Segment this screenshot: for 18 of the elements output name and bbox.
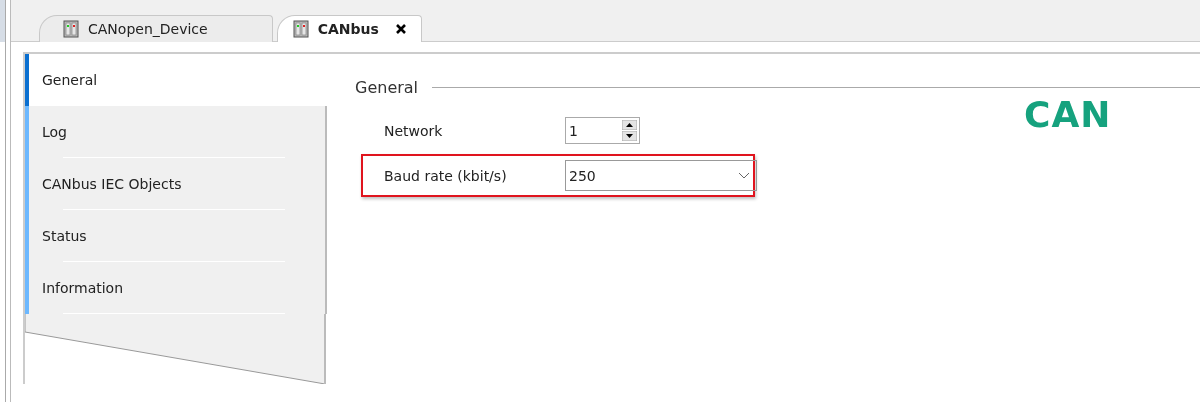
section-title: General [355, 78, 419, 97]
field-label: Network [384, 122, 444, 139]
device-icon [62, 20, 80, 38]
field-label: Baud rate (kbit/s) [384, 167, 508, 184]
chevron-down-icon [738, 172, 750, 179]
editor-tab[interactable]: CANbus [276, 15, 422, 42]
sidebar-item[interactable]: CANbus IEC Objects [25, 158, 327, 210]
sidebar-item[interactable]: Information [25, 262, 327, 314]
up-arrow-icon[interactable] [622, 120, 637, 130]
sidebar-item[interactable]: Log [25, 106, 327, 158]
editor-tab[interactable]: CANopen_Device [39, 15, 273, 42]
close-icon[interactable] [394, 23, 407, 35]
sidebar-item[interactable]: Status [25, 210, 327, 262]
down-arrow-icon[interactable] [622, 131, 637, 141]
network-spinbox[interactable]: 1 [565, 117, 640, 144]
can-logo: CAN [1023, 93, 1112, 135]
baud-rate-dropdown[interactable]: 250 [565, 160, 757, 191]
device-icon [291, 20, 310, 38]
